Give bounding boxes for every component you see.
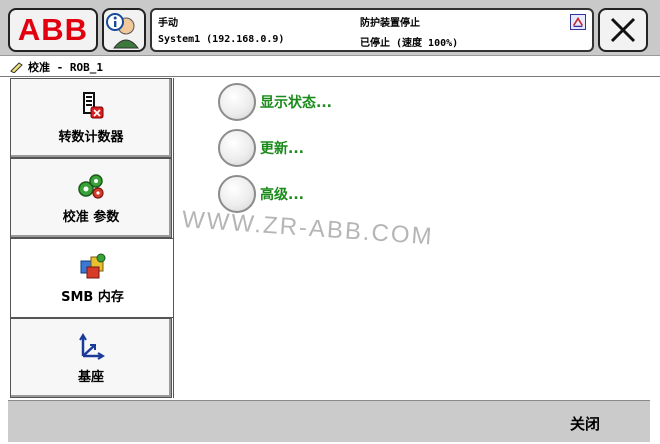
watermark: WWW.ZR-ABB.COM [181,206,435,251]
sidebar-item-label: 校准 参数 [62,209,120,225]
run-state: 已停止 (速度 100%) [360,38,459,49]
option-label[interactable]: 高级... [260,184,304,204]
close-button[interactable]: 关闭 [570,413,600,434]
revolution-counter-icon [83,91,104,118]
close-window-button[interactable] [598,8,648,52]
option-label[interactable]: 更新... [260,138,304,158]
sidebar-item-smb-memory[interactable]: SMB 内存 [10,238,174,318]
sidebar-item-label: SMB 内存 [61,289,124,305]
user-info-icon [106,13,140,49]
option-radio-button[interactable] [218,83,256,121]
base-frame-icon [79,332,105,360]
guard-status: 防护装置停止 [360,18,420,29]
calibration-icon [10,61,23,73]
option-update[interactable]: 更新... [218,128,304,168]
sidebar-item-base-frame[interactable]: 基座 [10,318,172,398]
sidebar-item-label: 转数计数器 [58,129,124,145]
option-show-status[interactable]: 显示状态... [218,82,332,122]
sidebar-divider [173,78,174,398]
page-title: 校准 - ROB_1 [28,60,103,74]
top-bar: ABB 手动 System1 (192.168.0.9) 防护装置停止 已停止 … [0,0,660,56]
sidebar-item-revolution-counters[interactable]: 转数计数器 [10,78,172,158]
abb-logo: ABB [17,12,89,47]
sidebar-item-label: 基座 [77,369,104,385]
option-advanced[interactable]: 高级... [218,174,304,214]
system-name: System1 (192.168.0.9) [158,34,285,45]
status-panel[interactable]: 手动 System1 (192.168.0.9) 防护装置停止 已停止 (速度 … [150,8,594,52]
option-radio-button[interactable] [218,175,256,213]
bottom-bar: 关闭 [8,400,650,442]
abb-menu-button[interactable]: ABB [8,8,98,52]
sidebar-item-calibration-parameters[interactable]: 校准 参数 [10,158,172,238]
sidebar: 转数计数器 校准 参数 SMB 内存 基座 [10,78,174,398]
option-label[interactable]: 显示状态... [260,92,332,112]
option-radio-button[interactable] [218,129,256,167]
calibration-parameters-icon [78,173,104,199]
smb-memory-icon [80,253,105,278]
x-icon [610,17,636,43]
title-bar: 校准 - ROB_1 [0,57,660,77]
operating-mode: 手动 [158,18,178,29]
info-button[interactable] [102,8,146,52]
quickset-icon[interactable] [570,14,586,30]
